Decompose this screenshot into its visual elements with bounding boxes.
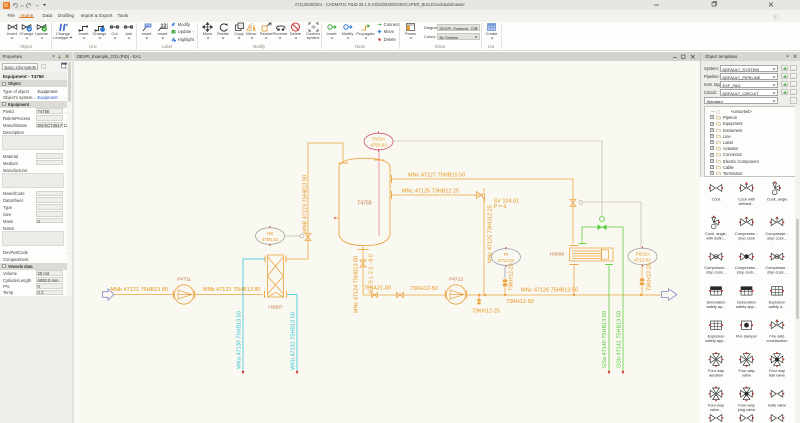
svg-text:73KH12-25: 73KH12-25 [472, 309, 500, 315]
svg-text:4750.03: 4750.03 [370, 142, 387, 147]
svg-text:73KH12-25: 73KH12-25 [509, 263, 515, 291]
svg-text:WKb 47131 75HB13 50: WKb 47131 75HB13 50 [291, 312, 297, 370]
svg-text:4712.02: 4712.02 [634, 257, 651, 262]
svg-text:MNc 47124 75HB13 80: MNc 47124 75HB13 80 [354, 256, 360, 313]
svg-text:73KH12-50: 73KH12-50 [410, 286, 438, 292]
svg-text:MNc 47125 73HB12 25: MNc 47125 73HB12 25 [402, 189, 459, 195]
svg-text:safety app...: safety app... [736, 304, 757, 309]
svg-text:stop cock...: stop cock... [767, 235, 787, 240]
svg-text:PICSA: PICSA [636, 251, 651, 256]
svg-text:73KH12-50: 73KH12-50 [506, 299, 534, 305]
svg-text:65SL21-80: 65SL21-80 [369, 253, 375, 293]
svg-text:aeration: aeration [709, 373, 723, 378]
svg-text:Cock, angle: Cock, angle [767, 197, 788, 202]
svg-text:WKa 47130 75HB13 50: WKa 47130 75HB13 50 [237, 311, 243, 369]
svg-text:stop cock: stop cock [738, 235, 754, 240]
svg-text:stop cock...: stop cock... [737, 270, 757, 275]
svg-text:H3008: H3008 [550, 252, 564, 258]
svg-text:safety a...: safety a... [769, 304, 786, 309]
svg-text:ball valve: ball valve [769, 373, 785, 378]
svg-text:valve...: valve... [710, 407, 722, 412]
svg-text:safety ap...: safety ap... [706, 304, 725, 309]
svg-text:GSa 47140 75HB13 50: GSa 47140 75HB13 50 [602, 311, 608, 368]
svg-text:GSb 47141 75HB13 50: GSb 47141 75HB13 50 [617, 311, 623, 368]
svg-text:P = 6: P = 6 [494, 204, 507, 210]
svg-text:MNc 47125 73HG12 25: MNc 47125 73HG12 25 [488, 205, 494, 263]
svg-text:safety app...: safety app... [705, 338, 726, 343]
svg-text:MNc 47127 75HB15 50: MNc 47127 75HB15 50 [408, 173, 465, 179]
svg-text:P4712: P4712 [449, 277, 463, 283]
svg-text:PI: PI [504, 252, 508, 257]
svg-text:TICSA: TICSA [372, 136, 386, 141]
svg-text:MNc 47126 75HB13 50: MNc 47126 75HB13 50 [521, 288, 578, 294]
svg-text:Fire damper: Fire damper [736, 334, 758, 339]
svg-text:4750.01: 4750.01 [262, 237, 279, 242]
svg-text:P4711: P4711 [177, 277, 191, 283]
svg-text:73KH12-25: 73KH12-25 [647, 263, 653, 291]
svg-text:HS: HS [267, 231, 273, 236]
svg-text:construction: construction [767, 338, 788, 343]
svg-text:defined...: defined... [738, 201, 754, 206]
svg-text:valve: valve [742, 373, 751, 378]
svg-text:Gate valve: Gate valve [768, 402, 787, 407]
svg-text:stop cock...: stop cock... [767, 270, 787, 275]
svg-text:MNb 47122 75HB13 80: MNb 47122 75HB13 80 [203, 287, 260, 293]
svg-text:plug valve: plug valve [738, 407, 756, 412]
svg-text:4712.01: 4712.01 [498, 258, 515, 263]
svg-text:MNb 47121 75HB13 80: MNb 47121 75HB13 80 [111, 287, 168, 293]
svg-text:Cock: Cock [712, 197, 721, 202]
svg-text:H3007: H3007 [268, 305, 282, 311]
svg-text:with defin...: with defin... [706, 235, 726, 240]
svg-text:MNB 47123 75HB13 90: MNB 47123 75HB13 90 [303, 175, 309, 233]
svg-text:stop cock...: stop cock... [706, 270, 726, 275]
svg-text:T4750: T4750 [357, 201, 371, 207]
